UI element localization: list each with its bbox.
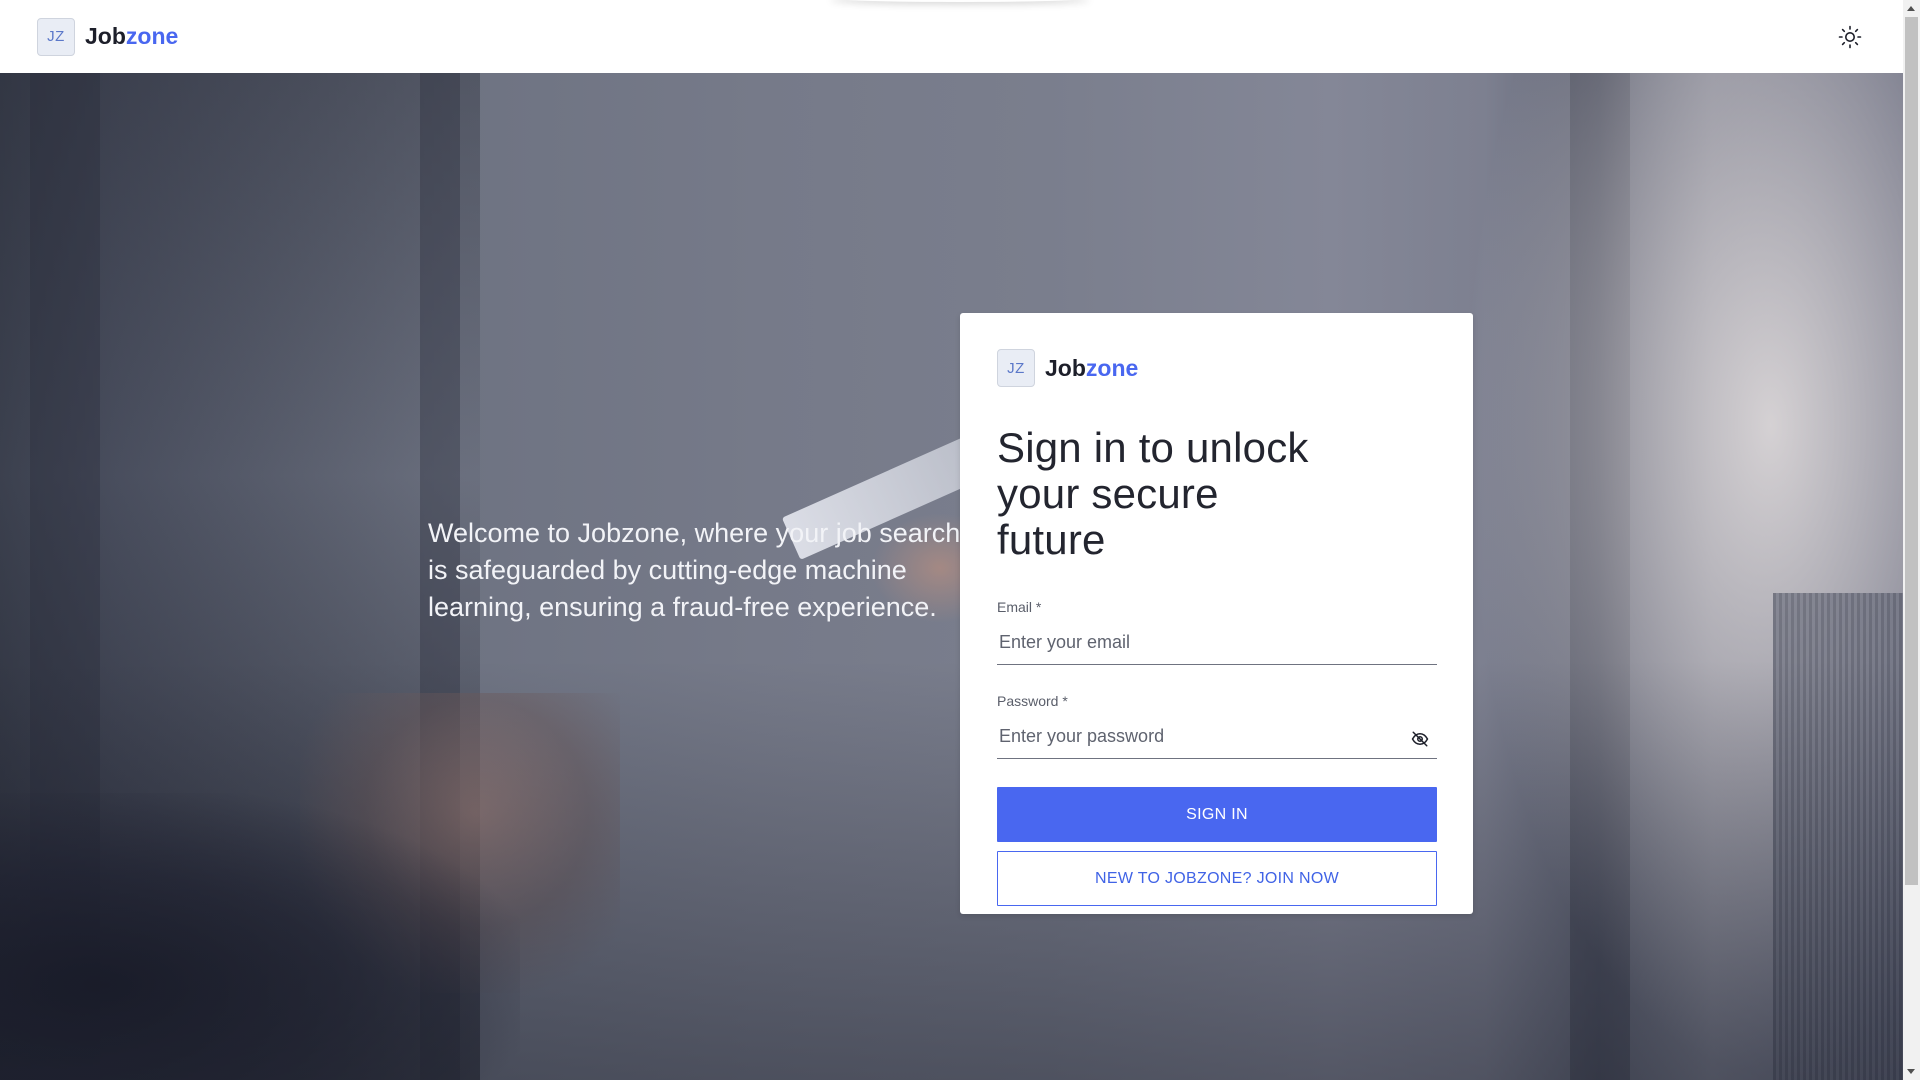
page-scrollbar[interactable] xyxy=(1903,0,1920,1080)
email-field-group: Email * xyxy=(997,599,1437,665)
password-visibility-toggle[interactable] xyxy=(1408,727,1432,751)
eye-off-icon xyxy=(1411,731,1429,747)
brand-name-main: Job xyxy=(85,23,126,49)
scroll-up-arrow-icon[interactable] xyxy=(1907,6,1915,11)
page-title: Sign in to unlock your secure future xyxy=(997,424,1309,563)
welcome-text: Welcome to Jobzone, where your job searc… xyxy=(428,518,961,622)
header-brand[interactable]: JZ Jobzone xyxy=(37,17,178,56)
brand-name-main: Job xyxy=(1045,354,1086,381)
brand-name: Jobzone xyxy=(1045,355,1138,382)
brand-name: Jobzone xyxy=(85,23,178,50)
logo-icon: JZ xyxy=(37,17,75,56)
card-brand: JZ Jobzone xyxy=(997,349,1436,387)
brand-name-accent: zone xyxy=(125,23,179,49)
sign-in-card: JZ Jobzone Sign in to unlock your secure… xyxy=(960,313,1473,914)
scrollbar-thumb[interactable] xyxy=(1905,17,1918,885)
logo-icon: JZ xyxy=(997,349,1035,387)
password-label: Password * xyxy=(997,693,1068,709)
brand-name-accent: zone xyxy=(1085,354,1139,381)
email-field[interactable] xyxy=(997,621,1437,665)
scroll-down-arrow-icon[interactable] xyxy=(1907,1069,1915,1074)
header-shadow-decoration xyxy=(830,0,1090,2)
sign-in-button[interactable]: SIGN IN xyxy=(997,787,1437,842)
top-header: JZ Jobzone xyxy=(0,0,1903,73)
logo-initials: JZ xyxy=(1007,359,1025,377)
logo-initials: JZ xyxy=(47,28,65,45)
join-now-button[interactable]: NEW TO JOBZONE? JOIN NOW xyxy=(997,851,1437,906)
hero-shade-bottom xyxy=(0,660,1903,1080)
theme-toggle-button[interactable] xyxy=(1833,20,1867,54)
sun-icon xyxy=(1838,25,1862,48)
password-field-group: Password * xyxy=(997,693,1437,759)
email-label: Email * xyxy=(997,599,1042,615)
password-field[interactable] xyxy=(997,715,1437,759)
